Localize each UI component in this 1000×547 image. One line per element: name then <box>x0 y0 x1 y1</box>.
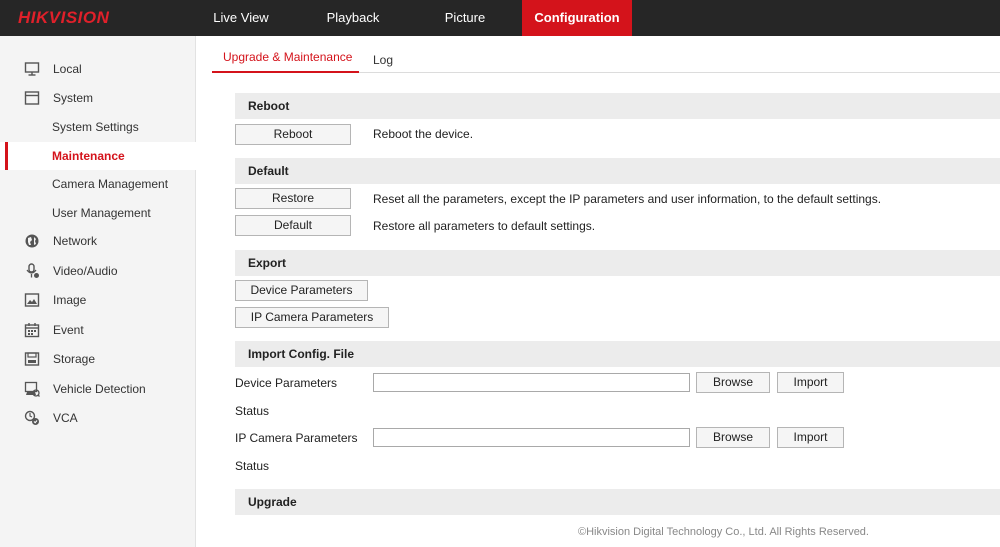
sidebar: Local System System Settings Maintenance… <box>0 36 196 547</box>
sidebar-item-storage[interactable]: Storage <box>0 345 196 373</box>
section-header-import-config: Import Config. File <box>235 341 1000 367</box>
sidebar-item-label: Network <box>53 234 98 248</box>
device-import-button[interactable]: Import <box>777 372 844 393</box>
section-header-upgrade: Upgrade <box>235 489 1000 515</box>
sidebar-item-label: Maintenance <box>52 149 125 163</box>
sidebar-item-system-settings[interactable]: System Settings <box>0 113 196 141</box>
top-bar: HIKVISION Live View Playback Picture Con… <box>0 0 1000 36</box>
sidebar-item-label: User Management <box>52 206 151 220</box>
nav-configuration[interactable]: Configuration <box>522 0 632 36</box>
image-icon <box>24 293 40 307</box>
import-ip-camera-parameters-label: IP Camera Parameters <box>235 431 358 445</box>
device-import-status-label: Status <box>235 404 270 418</box>
calendar-icon <box>24 323 40 338</box>
sidebar-item-label: Storage <box>53 352 96 366</box>
sidebar-item-system[interactable]: System <box>0 84 196 112</box>
active-tab-indicator <box>212 71 359 73</box>
system-window-icon <box>24 91 40 105</box>
monitor-icon <box>24 62 40 76</box>
sidebar-item-label: System <box>53 91 94 105</box>
export-ip-camera-parameters-button[interactable]: IP Camera Parameters <box>235 307 389 328</box>
sidebar-item-label: Image <box>53 293 87 307</box>
import-device-parameters-label: Device Parameters <box>235 376 338 390</box>
sidebar-item-video-audio[interactable]: Video/Audio <box>0 257 196 285</box>
default-description: Restore all parameters to default settin… <box>373 219 596 233</box>
sidebar-item-event[interactable]: Event <box>0 316 196 344</box>
default-button[interactable]: Default <box>235 215 351 236</box>
sidebar-item-user-management[interactable]: User Management <box>0 199 196 227</box>
copyright-footer: ©Hikvision Digital Technology Co., Ltd. … <box>578 526 869 538</box>
import-ipcam-file-input[interactable] <box>373 428 690 447</box>
sidebar-item-label: Camera Management <box>52 177 169 191</box>
sidebar-item-vehicle-detection[interactable]: Vehicle Detection <box>0 375 196 403</box>
sidebar-item-label: Vehicle Detection <box>53 382 146 396</box>
ipcam-import-button[interactable]: Import <box>777 427 844 448</box>
vehicle-detection-icon <box>24 381 40 397</box>
sidebar-item-maintenance[interactable]: Maintenance <box>0 142 196 170</box>
vca-icon <box>24 410 39 425</box>
import-device-file-input[interactable] <box>373 373 690 392</box>
sidebar-item-network[interactable]: Network <box>0 227 196 255</box>
restore-description: Reset all the parameters, except the IP … <box>373 192 882 206</box>
sidebar-item-label: System Settings <box>52 120 139 134</box>
sidebar-item-local[interactable]: Local <box>0 55 196 83</box>
section-header-default: Default <box>235 158 1000 184</box>
sidebar-item-label: VCA <box>53 411 78 425</box>
sidebar-item-vca[interactable]: VCA <box>0 404 196 432</box>
nav-playback[interactable]: Playback <box>310 0 396 36</box>
device-browse-button[interactable]: Browse <box>696 372 770 393</box>
sidebar-item-label: Event <box>53 323 84 337</box>
sidebar-item-label: Local <box>53 62 82 76</box>
restore-button[interactable]: Restore <box>235 188 351 209</box>
ipcam-import-status-label: Status <box>235 459 270 473</box>
nav-live-view[interactable]: Live View <box>198 0 284 36</box>
export-device-parameters-button[interactable]: Device Parameters <box>235 280 368 301</box>
section-header-export: Export <box>235 250 1000 276</box>
microphone-icon <box>26 263 39 278</box>
sidebar-item-image[interactable]: Image <box>0 286 196 314</box>
globe-icon <box>25 234 39 248</box>
tab-upgrade-maintenance[interactable]: Upgrade & Maintenance <box>223 50 352 72</box>
sidebar-item-label: Video/Audio <box>53 264 118 278</box>
storage-icon <box>24 352 40 366</box>
reboot-button[interactable]: Reboot <box>235 124 351 145</box>
sidebar-item-camera-management[interactable]: Camera Management <box>0 170 196 198</box>
ipcam-browse-button[interactable]: Browse <box>696 427 770 448</box>
nav-picture[interactable]: Picture <box>422 0 508 36</box>
reboot-description: Reboot the device. <box>373 127 474 141</box>
section-header-reboot: Reboot <box>235 93 1000 119</box>
hikvision-logo: HIKVISION <box>18 8 110 27</box>
